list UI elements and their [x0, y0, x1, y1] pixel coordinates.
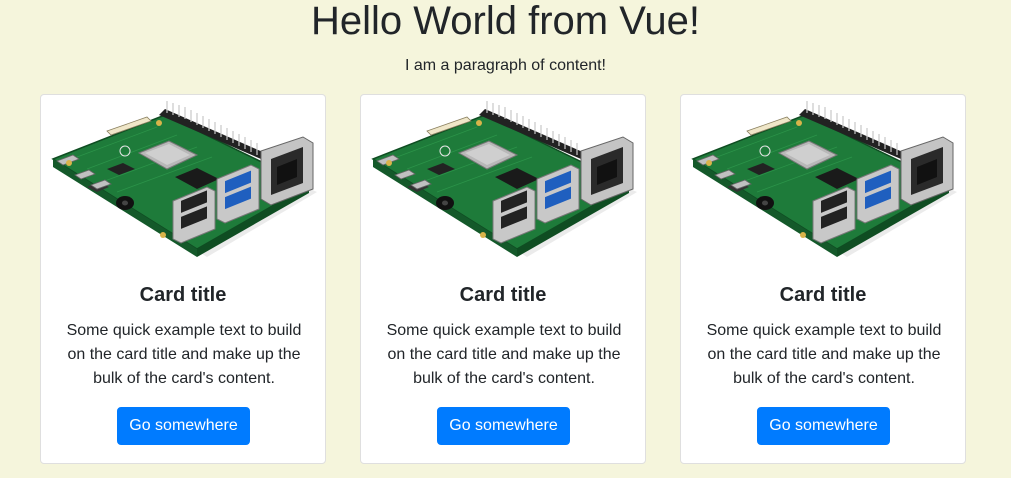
- card-text: Some quick example text to build on the …: [706, 322, 942, 387]
- raspberry-pi-image: [52, 100, 318, 258]
- go-somewhere-button[interactable]: Go somewhere: [437, 407, 570, 445]
- card: Card title Some quick example text to bu…: [680, 94, 966, 464]
- raspberry-pi-image: [372, 100, 638, 258]
- page-title: Hello World from Vue!: [310, 0, 701, 43]
- card-title: Card title: [139, 284, 227, 306]
- raspberry-pi-image: [692, 100, 958, 258]
- intro-paragraph: I am a paragraph of content!: [404, 57, 606, 74]
- card: Card title Some quick example text to bu…: [40, 94, 326, 464]
- go-somewhere-button[interactable]: Go somewhere: [757, 407, 890, 445]
- card: Card title Some quick example text to bu…: [360, 94, 646, 464]
- card-title: Card title: [779, 284, 867, 306]
- go-somewhere-button[interactable]: Go somewhere: [117, 407, 250, 445]
- card-text: Some quick example text to build on the …: [66, 322, 302, 387]
- card-deck: Card title Some quick example text to bu…: [40, 94, 968, 466]
- card-text: Some quick example text to build on the …: [386, 322, 622, 387]
- page: Hello World from Vue! I am a paragraph o…: [0, 0, 1011, 478]
- card-title: Card title: [459, 284, 547, 306]
